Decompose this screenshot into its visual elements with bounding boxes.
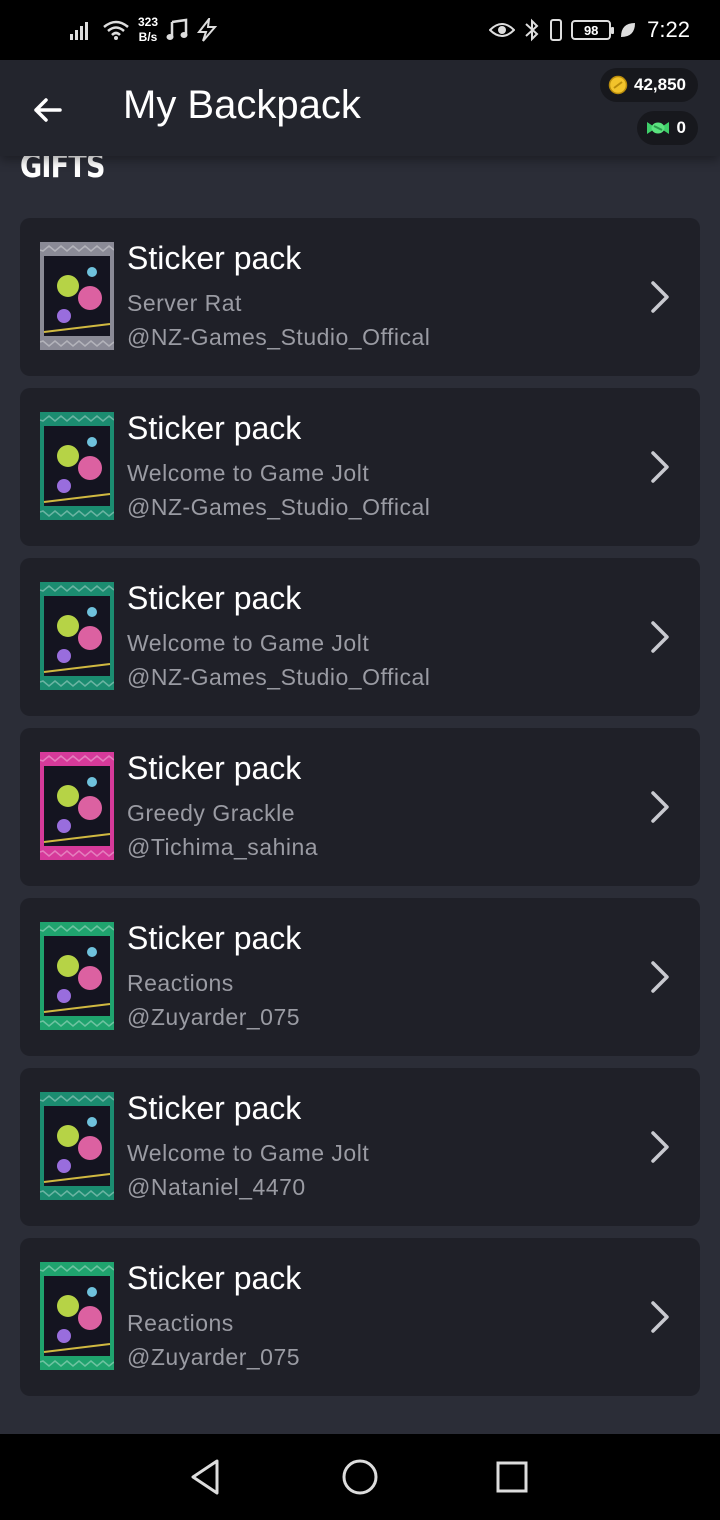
chevron-right-icon	[651, 1131, 669, 1163]
page-title: My Backpack	[123, 83, 361, 127]
gift-card-pack-name: Server Rat	[127, 290, 242, 316]
vibrate-icon	[550, 19, 563, 41]
gift-card[interactable]: Sticker pack Welcome to Game Jolt @NZ-Game…	[20, 388, 700, 546]
network-speed-unit: B/s	[138, 30, 158, 44]
chevron-right-icon	[651, 621, 669, 653]
gift-card-title: Sticker pack	[127, 1260, 302, 1296]
candy-icon	[646, 122, 669, 134]
sticker-pack-thumbnail	[40, 752, 114, 860]
network-speed: 323 B/s	[138, 15, 158, 45]
gift-card[interactable]: Sticker pack Welcome to Game Jolt @NZ-Game…	[20, 558, 700, 716]
gift-card-pack-name: Greedy Grackle	[127, 800, 296, 826]
gift-card-sender: @Zuyarder_075	[127, 1344, 301, 1370]
gift-card-title: Sticker pack	[127, 1090, 302, 1126]
gift-card[interactable]: Sticker pack Greedy Grackle @Tichima_sahin…	[20, 728, 700, 886]
gift-card-sender: @NZ-Games_Studio_Offical	[127, 664, 431, 690]
battery-level: 98	[583, 22, 599, 38]
sticker-pack-thumbnail	[40, 1262, 114, 1370]
gift-card-title: Sticker pack	[127, 580, 302, 616]
gift-card-pack-name: Welcome to Game Jolt	[127, 460, 370, 486]
gem-balance[interactable]: 0	[636, 111, 698, 145]
gift-card-title: Sticker pack	[127, 240, 302, 276]
bluetooth-icon	[525, 18, 539, 42]
chevron-right-icon	[651, 1301, 669, 1333]
sticker-pack-thumbnail	[40, 922, 114, 1030]
gift-card-pack-name: Reactions	[127, 970, 234, 996]
gift-card-title: Sticker pack	[127, 410, 302, 446]
leaf-icon	[621, 23, 636, 37]
gift-card-sender: @Zuyarder_075	[127, 1004, 301, 1030]
nav-recents-icon[interactable]	[489, 1454, 535, 1500]
gift-card-sender: @Tichima_sahina	[127, 834, 319, 860]
back-arrow-icon[interactable]	[26, 88, 70, 132]
chevron-right-icon	[651, 281, 669, 313]
sticker-pack-thumbnail	[40, 1092, 114, 1200]
gift-card-sender: @NZ-Games_Studio_Offical	[127, 494, 431, 520]
gift-card-title: Sticker pack	[127, 750, 302, 786]
chevron-right-icon	[651, 451, 669, 483]
clock: 7:22	[647, 17, 690, 42]
sticker-pack-thumbnail	[40, 412, 114, 520]
nav-home-icon[interactable]	[337, 1454, 383, 1500]
music-note-icon	[166, 18, 188, 40]
gift-list: Sticker pack Server Rat @NZ-Games_Studio_O…	[20, 218, 700, 1408]
sticker-pack-thumbnail	[40, 582, 114, 690]
gift-card-title: Sticker pack	[127, 920, 302, 956]
gift-card-sender: @Nataniel_4470	[127, 1174, 306, 1200]
eye-icon	[489, 23, 516, 37]
battery-indicator: 98	[571, 20, 615, 40]
gift-card-sender: @NZ-Games_Studio_Offical	[127, 324, 431, 350]
gift-card[interactable]: Sticker pack Reactions @Zuyarder_075	[20, 1238, 700, 1396]
nav-back-icon[interactable]	[183, 1454, 229, 1500]
status-bar: 323 B/s 98 7:22	[0, 0, 720, 60]
coin-balance[interactable]: 42,850	[600, 68, 698, 102]
gem-count: 0	[676, 118, 686, 137]
signal-icon	[70, 22, 88, 40]
navigation-bar	[0, 1434, 720, 1520]
coin-count: 42,850	[634, 75, 686, 94]
gift-card[interactable]: Sticker pack Welcome to Game Jolt @Natanie…	[20, 1068, 700, 1226]
gift-card[interactable]: Sticker pack Reactions @Zuyarder_075	[20, 898, 700, 1056]
gift-card-pack-name: Welcome to Game Jolt	[127, 630, 370, 656]
charging-bolt-icon	[197, 18, 218, 42]
chevron-right-icon	[651, 961, 669, 993]
gift-card-pack-name: Welcome to Game Jolt	[127, 1140, 370, 1166]
sticker-pack-thumbnail	[40, 242, 114, 350]
chevron-right-icon	[651, 791, 669, 823]
network-speed-value: 323	[138, 15, 159, 29]
wifi-icon	[103, 20, 129, 40]
app-bar: My Backpack 42,850 0	[0, 60, 720, 156]
gift-card-pack-name: Reactions	[127, 1310, 234, 1336]
coin-icon	[608, 75, 628, 95]
gift-card[interactable]: Sticker pack Server Rat @NZ-Games_Studio_O…	[20, 218, 700, 376]
